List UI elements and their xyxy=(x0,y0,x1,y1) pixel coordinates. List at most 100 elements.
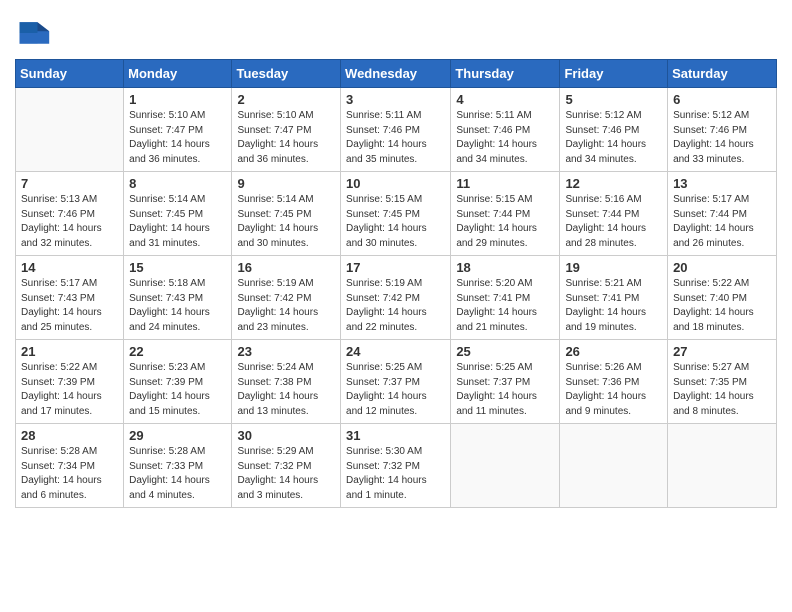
day-number: 19 xyxy=(565,260,662,275)
calendar-week-row: 7Sunrise: 5:13 AM Sunset: 7:46 PM Daylig… xyxy=(16,172,777,256)
logo-icon xyxy=(15,15,51,51)
calendar-cell: 26 Sunrise: 5:26 AM Sunset: 7:36 PM Dayli… xyxy=(560,340,668,424)
day-number: 4 xyxy=(456,92,554,107)
calendar-cell: 23 Sunrise: 5:24 AM Sunset: 7:38 PM Dayli… xyxy=(232,340,341,424)
day-info: Sunrise: 5:22 AM Sunset: 7:39 PM Dayligh… xyxy=(21,361,118,419)
day-info: Sunrise: 5:30 AM Sunset: 7:32 PM Dayligh… xyxy=(346,445,445,503)
day-number: 12 xyxy=(565,176,662,191)
day-info: Sunrise: 5:11 AM Sunset: 7:46 PM Dayligh… xyxy=(346,109,445,167)
calendar-cell: 17 Sunrise: 5:19 AM Sunset: 7:42 PM Dayli… xyxy=(341,256,451,340)
calendar-week-row: 1Sunrise: 5:10 AM Sunset: 7:47 PM Daylig… xyxy=(16,88,777,172)
day-number: 21 xyxy=(21,344,118,359)
day-info: Sunrise: 5:12 AM Sunset: 7:46 PM Dayligh… xyxy=(673,109,771,167)
calendar-cell: 11 Sunrise: 5:15 AM Sunset: 7:44 PM Dayli… xyxy=(451,172,560,256)
logo xyxy=(15,15,55,51)
calendar-cell: 18Sunrise: 5:20 AM Sunset: 7:41 PM Dayli… xyxy=(451,256,560,340)
calendar-week-row: 28 Sunrise: 5:28 AM Sunset: 7:34 PM Dayli… xyxy=(16,424,777,508)
day-info: Sunrise: 5:21 AM Sunset: 7:41 PM Dayligh… xyxy=(565,277,662,335)
calendar-cell: 14 Sunrise: 5:17 AM Sunset: 7:43 PM Dayli… xyxy=(16,256,124,340)
weekday-header-sunday: Sunday xyxy=(16,60,124,88)
weekday-header-thursday: Thursday xyxy=(451,60,560,88)
calendar-cell: 12 Sunrise: 5:16 AM Sunset: 7:44 PM Dayli… xyxy=(560,172,668,256)
day-number: 31 xyxy=(346,428,445,443)
day-number: 11 xyxy=(456,176,554,191)
weekday-header-monday: Monday xyxy=(124,60,232,88)
weekday-header-tuesday: Tuesday xyxy=(232,60,341,88)
day-info: Sunrise: 5:12 AM Sunset: 7:46 PM Dayligh… xyxy=(565,109,662,167)
calendar-cell: 16 Sunrise: 5:19 AM Sunset: 7:42 PM Dayli… xyxy=(232,256,341,340)
calendar-cell: 31 Sunrise: 5:30 AM Sunset: 7:32 PM Dayli… xyxy=(341,424,451,508)
calendar-cell: 3 Sunrise: 5:11 AM Sunset: 7:46 PM Daylig… xyxy=(341,88,451,172)
calendar-cell: 20 Sunrise: 5:22 AM Sunset: 7:40 PM Dayli… xyxy=(668,256,777,340)
calendar-cell xyxy=(16,88,124,172)
day-info: Sunrise: 5:27 AM Sunset: 7:35 PM Dayligh… xyxy=(673,361,771,419)
calendar-week-row: 14 Sunrise: 5:17 AM Sunset: 7:43 PM Dayli… xyxy=(16,256,777,340)
day-number: 3 xyxy=(346,92,445,107)
day-number: 30 xyxy=(237,428,335,443)
day-info: Sunrise: 5:29 AM Sunset: 7:32 PM Dayligh… xyxy=(237,445,335,503)
day-number: 27 xyxy=(673,344,771,359)
day-info: Sunrise: 5:28 AM Sunset: 7:34 PM Dayligh… xyxy=(21,445,118,503)
calendar-cell: 10Sunrise: 5:15 AM Sunset: 7:45 PM Dayli… xyxy=(341,172,451,256)
calendar-cell: 9 Sunrise: 5:14 AM Sunset: 7:45 PM Daylig… xyxy=(232,172,341,256)
day-info: Sunrise: 5:25 AM Sunset: 7:37 PM Dayligh… xyxy=(456,361,554,419)
day-info: Sunrise: 5:10 AM Sunset: 7:47 PM Dayligh… xyxy=(237,109,335,167)
day-info: Sunrise: 5:23 AM Sunset: 7:39 PM Dayligh… xyxy=(129,361,226,419)
calendar-week-row: 21 Sunrise: 5:22 AM Sunset: 7:39 PM Dayli… xyxy=(16,340,777,424)
day-number: 26 xyxy=(565,344,662,359)
day-number: 9 xyxy=(237,176,335,191)
calendar-cell: 4 Sunrise: 5:11 AM Sunset: 7:46 PM Daylig… xyxy=(451,88,560,172)
day-number: 5 xyxy=(565,92,662,107)
calendar-cell: 19 Sunrise: 5:21 AM Sunset: 7:41 PM Dayli… xyxy=(560,256,668,340)
day-info: Sunrise: 5:15 AM Sunset: 7:44 PM Dayligh… xyxy=(456,193,554,251)
day-info: Sunrise: 5:14 AM Sunset: 7:45 PM Dayligh… xyxy=(129,193,226,251)
calendar-cell: 7Sunrise: 5:13 AM Sunset: 7:46 PM Daylig… xyxy=(16,172,124,256)
day-number: 13 xyxy=(673,176,771,191)
calendar-cell: 15 Sunrise: 5:18 AM Sunset: 7:43 PM Dayli… xyxy=(124,256,232,340)
calendar-cell: 30 Sunrise: 5:29 AM Sunset: 7:32 PM Dayli… xyxy=(232,424,341,508)
day-info: Sunrise: 5:22 AM Sunset: 7:40 PM Dayligh… xyxy=(673,277,771,335)
calendar-table: SundayMondayTuesdayWednesdayThursdayFrid… xyxy=(15,59,777,508)
day-info: Sunrise: 5:17 AM Sunset: 7:43 PM Dayligh… xyxy=(21,277,118,335)
day-info: Sunrise: 5:26 AM Sunset: 7:36 PM Dayligh… xyxy=(565,361,662,419)
day-info: Sunrise: 5:25 AM Sunset: 7:37 PM Dayligh… xyxy=(346,361,445,419)
day-number: 16 xyxy=(237,260,335,275)
day-number: 28 xyxy=(21,428,118,443)
day-number: 17 xyxy=(346,260,445,275)
day-info: Sunrise: 5:10 AM Sunset: 7:47 PM Dayligh… xyxy=(129,109,226,167)
main-container: SundayMondayTuesdayWednesdayThursdayFrid… xyxy=(0,0,792,523)
day-info: Sunrise: 5:16 AM Sunset: 7:44 PM Dayligh… xyxy=(565,193,662,251)
day-number: 2 xyxy=(237,92,335,107)
weekday-header-friday: Friday xyxy=(560,60,668,88)
day-number: 20 xyxy=(673,260,771,275)
day-number: 25 xyxy=(456,344,554,359)
day-info: Sunrise: 5:24 AM Sunset: 7:38 PM Dayligh… xyxy=(237,361,335,419)
weekday-header-saturday: Saturday xyxy=(668,60,777,88)
day-info: Sunrise: 5:11 AM Sunset: 7:46 PM Dayligh… xyxy=(456,109,554,167)
calendar-cell: 28 Sunrise: 5:28 AM Sunset: 7:34 PM Dayli… xyxy=(16,424,124,508)
header xyxy=(15,10,777,51)
day-number: 10 xyxy=(346,176,445,191)
day-number: 18 xyxy=(456,260,554,275)
calendar-cell: 6 Sunrise: 5:12 AM Sunset: 7:46 PM Daylig… xyxy=(668,88,777,172)
day-info: Sunrise: 5:19 AM Sunset: 7:42 PM Dayligh… xyxy=(346,277,445,335)
day-number: 15 xyxy=(129,260,226,275)
day-number: 14 xyxy=(21,260,118,275)
calendar-cell: 5 Sunrise: 5:12 AM Sunset: 7:46 PM Daylig… xyxy=(560,88,668,172)
day-number: 29 xyxy=(129,428,226,443)
calendar-cell: 8Sunrise: 5:14 AM Sunset: 7:45 PM Daylig… xyxy=(124,172,232,256)
calendar-cell: 13Sunrise: 5:17 AM Sunset: 7:44 PM Dayli… xyxy=(668,172,777,256)
day-info: Sunrise: 5:19 AM Sunset: 7:42 PM Dayligh… xyxy=(237,277,335,335)
calendar-cell: 27 Sunrise: 5:27 AM Sunset: 7:35 PM Dayli… xyxy=(668,340,777,424)
day-number: 23 xyxy=(237,344,335,359)
calendar-cell xyxy=(560,424,668,508)
calendar-cell: 29 Sunrise: 5:28 AM Sunset: 7:33 PM Dayli… xyxy=(124,424,232,508)
day-info: Sunrise: 5:28 AM Sunset: 7:33 PM Dayligh… xyxy=(129,445,226,503)
day-info: Sunrise: 5:14 AM Sunset: 7:45 PM Dayligh… xyxy=(237,193,335,251)
calendar-cell: 21 Sunrise: 5:22 AM Sunset: 7:39 PM Dayli… xyxy=(16,340,124,424)
day-number: 6 xyxy=(673,92,771,107)
calendar-cell xyxy=(451,424,560,508)
calendar-cell: 1Sunrise: 5:10 AM Sunset: 7:47 PM Daylig… xyxy=(124,88,232,172)
day-number: 22 xyxy=(129,344,226,359)
day-info: Sunrise: 5:18 AM Sunset: 7:43 PM Dayligh… xyxy=(129,277,226,335)
